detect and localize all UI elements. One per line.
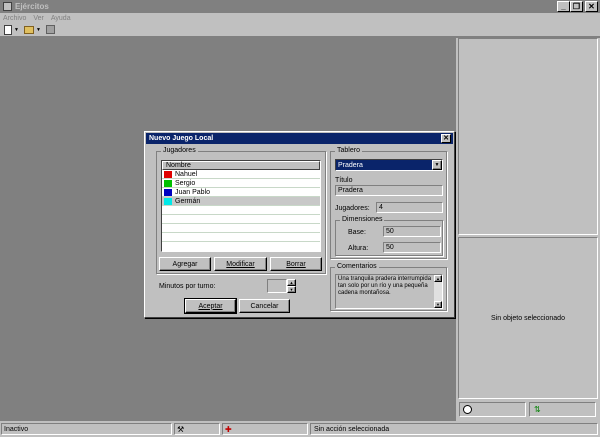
player-color-swatch — [164, 197, 172, 205]
dialog-titlebar: Nuevo Juego Local ✕ — [146, 133, 453, 144]
player-color-swatch — [164, 188, 172, 196]
turn-indicator: ⇅ — [529, 402, 596, 417]
menu-archivo[interactable]: Archivo — [3, 15, 26, 22]
comments-group-label: Comentarios — [335, 263, 379, 270]
restore-button[interactable]: ❐ — [570, 1, 583, 12]
comments-scrollbar[interactable]: ▲ ▼ — [434, 275, 442, 308]
players-list-header[interactable]: Nombre — [162, 161, 320, 170]
unit-icon: ✚ — [225, 424, 232, 434]
clock-icon — [463, 405, 472, 414]
minutes-label: Minutos por turno: — [159, 283, 216, 290]
status-state: Inactivo — [1, 423, 172, 435]
new-local-game-dialog: Nuevo Juego Local ✕ Jugadores Nombre Nah… — [144, 131, 455, 318]
add-player-button[interactable]: Agregar — [159, 257, 211, 271]
empty-row — [162, 215, 320, 224]
board-group: Tablero Pradera ▼ Título Pradera Jugador… — [330, 147, 447, 259]
status-action: Sin acción seleccionada — [310, 423, 598, 435]
dimensions-group-label: Dimensiones — [340, 216, 385, 223]
player-color-swatch — [164, 170, 172, 178]
app-titlebar: Ejércitos _ ❐ ✕ — [0, 0, 600, 13]
empty-row — [162, 206, 320, 215]
chevron-down-icon[interactable]: ▼ — [432, 160, 442, 170]
minutes-input[interactable] — [267, 279, 287, 293]
player-row[interactable]: Germán — [162, 197, 320, 206]
status-bar: Inactivo ⚒ ✚ Sin acción seleccionada — [0, 421, 600, 437]
delete-player-button[interactable]: Borrar — [270, 257, 322, 271]
minutes-spinner[interactable]: ▲ ▼ — [287, 279, 296, 293]
arrows-icon: ⇅ — [534, 405, 541, 414]
no-object-label: Sin objeto seleccionado — [491, 314, 565, 322]
status-action-text: Sin acción seleccionada — [314, 425, 390, 433]
close-window-button[interactable]: ✕ — [585, 1, 598, 12]
player-name: Sergio — [175, 179, 196, 187]
scroll-up-icon[interactable]: ▲ — [434, 275, 442, 282]
height-label: Altura: — [348, 245, 369, 252]
status-state-text: Inactivo — [4, 425, 29, 433]
base-label: Base: — [348, 229, 366, 236]
player-row[interactable]: Nahuel — [162, 170, 320, 179]
players-group: Jugadores Nombre Nahuel Sergio Juan Pabl… — [156, 147, 326, 274]
save-disk-icon[interactable] — [45, 25, 55, 34]
title-field: Pradera — [335, 185, 443, 196]
status-unit: ✚ — [222, 423, 308, 435]
player-color-swatch — [164, 179, 172, 187]
status-tools: ⚒ — [174, 423, 220, 435]
player-name: Germán — [175, 197, 201, 205]
clock-indicator — [459, 402, 526, 417]
spin-down-icon[interactable]: ▼ — [287, 286, 296, 293]
tools-icon: ⚒ — [177, 424, 185, 434]
players-header-label: Nombre — [166, 162, 191, 169]
player-name: Nahuel — [175, 170, 198, 178]
minimize-button[interactable]: _ — [557, 1, 570, 12]
comments-group: Comentarios Una tranquila pradera interr… — [330, 263, 447, 311]
open-folder-icon[interactable] — [23, 25, 34, 34]
comments-text: Una tranquila pradera interrumpida tan s… — [335, 274, 443, 309]
title-label: Título — [335, 177, 353, 184]
new-file-icon[interactable] — [4, 24, 12, 35]
empty-row — [162, 224, 320, 233]
board-select[interactable]: Pradera ▼ — [335, 159, 443, 171]
dimensions-group: Dimensiones Base: 50 Altura: 50 — [335, 216, 443, 256]
players-list[interactable]: Nombre Nahuel Sergio Juan Pablo Germán — [161, 160, 321, 252]
minimap-area — [458, 38, 598, 235]
modify-player-button[interactable]: Modificar — [214, 257, 267, 271]
menu-ayuda[interactable]: Ayuda — [51, 15, 71, 22]
cancel-button[interactable]: Cancelar — [239, 299, 290, 313]
app-icon — [3, 2, 12, 11]
dropdown-arrow-icon[interactable]: ▼ — [36, 27, 41, 33]
toolbar: ▼ ▼ — [0, 23, 600, 37]
players-count-label: Jugadores: — [335, 205, 370, 212]
object-info-area: Sin objeto seleccionado — [458, 237, 598, 399]
dropdown-arrow-icon[interactable]: ▼ — [14, 27, 19, 33]
accept-button[interactable]: Aceptar — [185, 299, 236, 313]
height-field: 50 — [383, 242, 441, 253]
dialog-close-button[interactable]: ✕ — [441, 134, 451, 143]
empty-row — [162, 233, 320, 242]
player-row[interactable]: Sergio — [162, 179, 320, 188]
menu-bar: Archivo Ver Ayuda — [0, 13, 600, 23]
spin-up-icon[interactable]: ▲ — [287, 279, 296, 286]
player-row[interactable]: Juan Pablo — [162, 188, 320, 197]
board-select-value: Pradera — [338, 161, 363, 169]
base-field: 50 — [383, 226, 441, 237]
players-count-field: 4 — [376, 202, 443, 213]
scroll-down-icon[interactable]: ▼ — [434, 301, 442, 308]
app-title: Ejércitos — [15, 2, 49, 11]
board-group-label: Tablero — [335, 147, 362, 154]
menu-ver[interactable]: Ver — [33, 15, 44, 22]
players-group-label: Jugadores — [161, 147, 198, 154]
right-panel: Sin objeto seleccionado ⇅ — [456, 38, 600, 421]
player-name: Juan Pablo — [175, 188, 211, 196]
dialog-title: Nuevo Juego Local — [149, 135, 214, 142]
